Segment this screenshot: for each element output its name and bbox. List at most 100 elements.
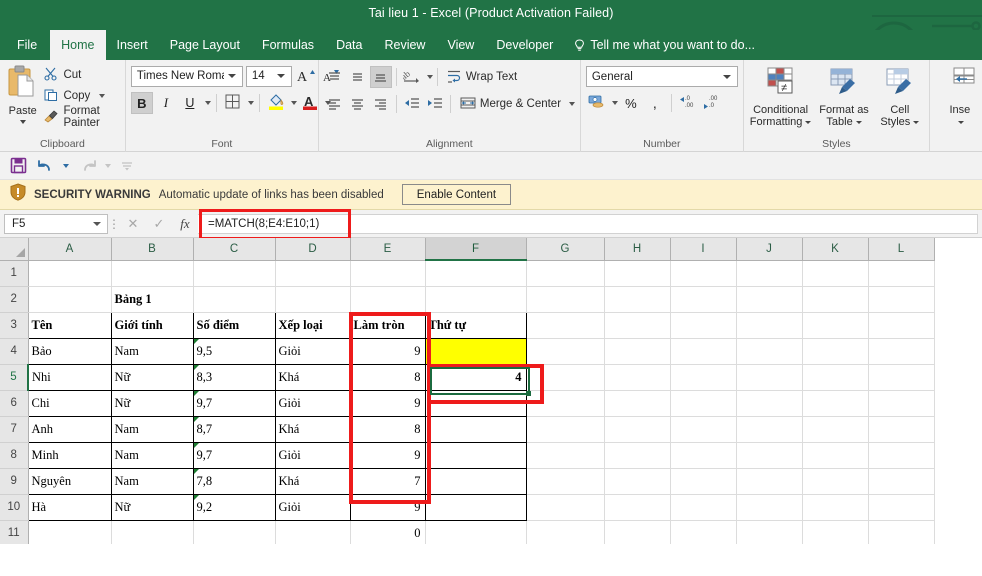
cell-C11[interactable] xyxy=(193,520,276,544)
cell-H7[interactable] xyxy=(604,416,671,443)
cell-C10[interactable]: 9,2 xyxy=(192,493,276,521)
cell-L4[interactable] xyxy=(868,338,935,365)
cell-L8[interactable] xyxy=(868,442,935,469)
cell-I7[interactable] xyxy=(670,416,737,443)
cell-E10[interactable]: 9 xyxy=(349,493,426,521)
cell-F6[interactable] xyxy=(424,389,527,417)
align-bottom-button[interactable] xyxy=(369,66,392,88)
increase-indent-button[interactable] xyxy=(424,93,446,115)
comma-style-button[interactable]: , xyxy=(644,92,666,114)
chevron-down-icon[interactable] xyxy=(955,116,965,128)
cell-K9[interactable] xyxy=(802,468,869,495)
cell-F8[interactable] xyxy=(424,441,527,469)
chevron-down-icon[interactable] xyxy=(19,120,26,124)
tab-review[interactable]: Review xyxy=(373,30,436,60)
cell-B3[interactable]: Giới tính xyxy=(110,311,194,339)
cell-J4[interactable] xyxy=(736,338,803,365)
cell-F2[interactable] xyxy=(425,286,527,313)
cell-L7[interactable] xyxy=(868,416,935,443)
cell-A7[interactable]: Anh xyxy=(27,415,112,443)
cell-L9[interactable] xyxy=(868,468,935,495)
copy-button[interactable]: Copy xyxy=(40,86,119,106)
column-header-d[interactable]: D xyxy=(275,238,351,261)
cell-G9[interactable] xyxy=(526,468,605,495)
cell-G5[interactable] xyxy=(526,364,605,391)
increase-font-size-button[interactable]: A xyxy=(295,65,317,87)
column-header-j[interactable]: J xyxy=(736,238,803,261)
cut-button[interactable]: Cut xyxy=(40,65,119,85)
align-top-button[interactable] xyxy=(324,66,346,88)
column-header-b[interactable]: B xyxy=(111,238,194,261)
cell-L10[interactable] xyxy=(868,494,935,521)
cell-I8[interactable] xyxy=(670,442,737,469)
cell-C5[interactable]: 8,3 xyxy=(192,363,276,391)
column-header-e[interactable]: E xyxy=(350,238,426,261)
column-header-f[interactable]: F xyxy=(425,238,527,261)
column-header-k[interactable]: K xyxy=(802,238,869,261)
cell-D5[interactable]: Khá xyxy=(274,363,351,391)
tab-page-layout[interactable]: Page Layout xyxy=(159,30,251,60)
decrease-decimal-button[interactable]: .00 .0 xyxy=(701,92,723,114)
cell-D1[interactable] xyxy=(275,260,351,287)
cell-B10[interactable]: Nữ xyxy=(110,493,194,521)
chevron-down-icon[interactable] xyxy=(611,101,618,105)
cell-C4[interactable]: 9,5 xyxy=(192,337,276,365)
cell-I9[interactable] xyxy=(670,468,737,495)
cell-B8[interactable]: Nam xyxy=(110,441,194,469)
formula-bar-grip[interactable]: ⋮ xyxy=(108,218,120,230)
cell-H2[interactable] xyxy=(604,286,671,313)
cell-E4[interactable]: 9 xyxy=(349,337,426,365)
cell-H11[interactable] xyxy=(604,520,671,544)
font-name-combo[interactable]: Times New Roma xyxy=(130,65,243,87)
cell-A8[interactable]: Minh xyxy=(27,441,112,469)
cell-I10[interactable] xyxy=(670,494,737,521)
cell-E3[interactable]: Làm tròn xyxy=(349,311,426,339)
cell-F7[interactable] xyxy=(424,415,527,443)
cell-E6[interactable]: 9 xyxy=(349,389,426,417)
cell-D3[interactable]: Xếp loại xyxy=(274,311,351,339)
cell-G11[interactable] xyxy=(526,520,605,544)
customize-qat-button[interactable] xyxy=(121,160,133,172)
decrease-indent-button[interactable] xyxy=(401,93,423,115)
cell-E8[interactable]: 9 xyxy=(349,441,426,469)
cell-K2[interactable] xyxy=(802,286,869,313)
column-header-l[interactable]: L xyxy=(868,238,935,261)
align-center-button[interactable] xyxy=(347,93,369,115)
cell-A1[interactable] xyxy=(28,260,112,287)
save-button[interactable] xyxy=(10,157,27,174)
cell-H6[interactable] xyxy=(604,390,671,417)
cell-J8[interactable] xyxy=(736,442,803,469)
cell-B4[interactable]: Nam xyxy=(110,337,194,365)
cell-J7[interactable] xyxy=(736,416,803,443)
row-header-11[interactable]: 11 xyxy=(0,520,29,544)
cell-D7[interactable]: Khá xyxy=(274,415,351,443)
cell-K1[interactable] xyxy=(802,260,869,287)
row-header-1[interactable]: 1 xyxy=(0,260,29,287)
cell-L11[interactable] xyxy=(868,520,935,544)
cell-J1[interactable] xyxy=(736,260,803,287)
row-header-7[interactable]: 7 xyxy=(0,416,29,443)
cell-H3[interactable] xyxy=(604,312,671,339)
cell-E1[interactable] xyxy=(350,260,426,287)
cell-E7[interactable]: 8 xyxy=(349,415,426,443)
cell-E2[interactable] xyxy=(350,286,426,313)
chevron-down-icon[interactable] xyxy=(290,101,297,105)
row-header-8[interactable]: 8 xyxy=(0,442,29,469)
cell-F1[interactable] xyxy=(425,260,527,287)
cell-K11[interactable] xyxy=(802,520,869,544)
cell-I2[interactable] xyxy=(670,286,737,313)
align-left-button[interactable] xyxy=(324,93,346,115)
cell-D11[interactable] xyxy=(275,520,351,544)
cell-H4[interactable] xyxy=(604,338,671,365)
cell-C6[interactable]: 9,7 xyxy=(192,389,276,417)
conditional-formatting-button[interactable]: ≠ Conditional Formatting xyxy=(749,65,812,128)
cell-I1[interactable] xyxy=(670,260,737,287)
row-header-9[interactable]: 9 xyxy=(0,468,29,495)
format-painter-button[interactable]: Format Painter xyxy=(40,105,119,129)
cell-C9[interactable]: 7,8 xyxy=(192,467,276,495)
cell-styles-button[interactable]: Cell Styles xyxy=(876,65,924,128)
tab-insert[interactable]: Insert xyxy=(106,30,159,60)
cell-B6[interactable]: Nữ xyxy=(110,389,194,417)
cell-G2[interactable] xyxy=(526,286,605,313)
align-middle-button[interactable] xyxy=(347,66,369,88)
